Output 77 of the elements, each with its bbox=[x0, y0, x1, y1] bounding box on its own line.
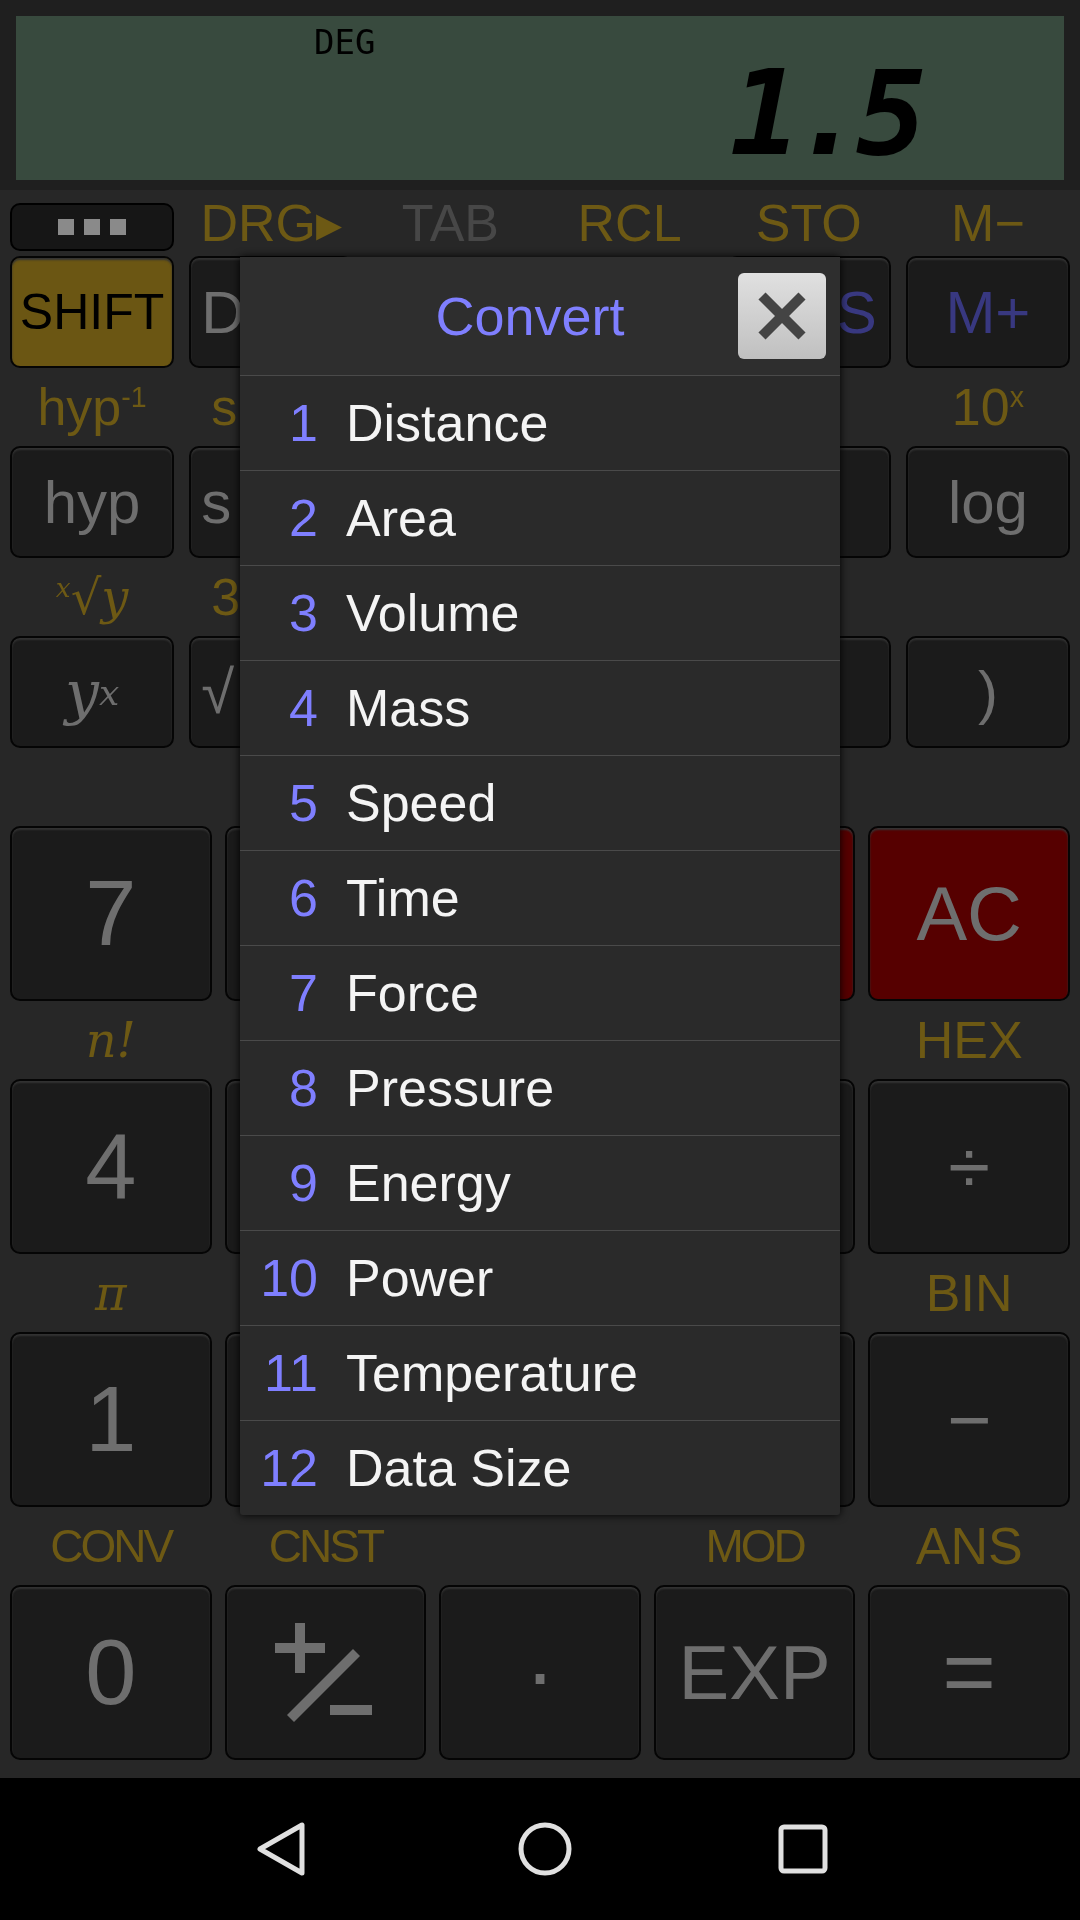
option-number: 11 bbox=[263, 1343, 318, 1403]
calculator-key[interactable]: log bbox=[905, 446, 1070, 558]
conversion-option[interactable]: 5 Speed bbox=[240, 755, 840, 850]
option-label: Power bbox=[346, 1248, 494, 1308]
conversion-option[interactable]: 12 Data Size bbox=[240, 1420, 840, 1515]
calculator-key[interactable]: · bbox=[439, 1585, 641, 1760]
conversion-option[interactable]: 10 Power bbox=[240, 1230, 840, 1325]
calculator-key[interactable]: 0 bbox=[10, 1585, 212, 1760]
conversion-option[interactable]: 3 Volume bbox=[240, 565, 840, 660]
option-label: Temperature bbox=[346, 1343, 638, 1403]
close-button[interactable] bbox=[738, 273, 826, 359]
option-number: 6 bbox=[288, 868, 318, 928]
shift-function-label: CNST bbox=[268, 1519, 382, 1573]
option-number: 1 bbox=[288, 393, 318, 453]
calculator-key[interactable]: 4 bbox=[10, 1079, 212, 1254]
calculator-key[interactable]: AC bbox=[868, 826, 1070, 1001]
shift-function-label: STO bbox=[755, 193, 862, 253]
calculator-key[interactable]: = bbox=[868, 1585, 1070, 1760]
option-label: Area bbox=[346, 488, 456, 548]
option-number: 9 bbox=[288, 1153, 318, 1213]
option-label: Pressure bbox=[346, 1058, 555, 1118]
option-label: Speed bbox=[346, 773, 497, 833]
calculator-key[interactable]: ) bbox=[905, 636, 1070, 748]
option-label: Distance bbox=[346, 393, 549, 453]
option-label: Force bbox=[346, 963, 479, 1023]
shift-function-label: hyp$^{-1}$ bbox=[37, 377, 147, 437]
option-number: 10 bbox=[259, 1248, 318, 1308]
calculator-key[interactable]: 7 bbox=[10, 826, 212, 1001]
calculator-key[interactable]: 1 bbox=[10, 1332, 212, 1507]
option-label: Volume bbox=[346, 583, 520, 643]
calculator-key[interactable] bbox=[224, 1585, 427, 1760]
shift-function-label: ANS bbox=[915, 1516, 1023, 1576]
calculator-key[interactable]: hyp bbox=[10, 446, 175, 558]
shift-function-label: RCL bbox=[577, 193, 682, 253]
shift-function-label: MOD bbox=[705, 1519, 804, 1573]
conversion-option[interactable]: 7 Force bbox=[240, 945, 840, 1040]
shift-function-label: $^{x}$√y bbox=[55, 569, 129, 625]
option-label: Energy bbox=[346, 1153, 511, 1213]
home-icon[interactable] bbox=[517, 1821, 573, 1877]
more-button[interactable] bbox=[10, 203, 175, 251]
option-number: 5 bbox=[288, 773, 318, 833]
option-number: 8 bbox=[288, 1058, 318, 1118]
display-value: 1.5 bbox=[729, 44, 919, 182]
option-number: 4 bbox=[288, 678, 318, 738]
conversion-option[interactable]: 4 Mass bbox=[240, 660, 840, 755]
shift-function-label: DRG▸ bbox=[200, 193, 342, 253]
close-icon bbox=[757, 291, 807, 341]
conversion-option[interactable]: 2 Area bbox=[240, 470, 840, 565]
shift-function-label: CONV bbox=[50, 1519, 172, 1573]
shift-function-label: n! bbox=[85, 1012, 136, 1068]
option-number: 2 bbox=[288, 488, 318, 548]
shift-function-label: s bbox=[210, 377, 238, 437]
angle-mode-indicator: DEG bbox=[314, 22, 376, 62]
calculator-key[interactable]: ÷ bbox=[868, 1079, 1070, 1254]
recents-icon[interactable] bbox=[777, 1824, 828, 1874]
shift-function-label: HEX bbox=[915, 1010, 1023, 1070]
calculator-key[interactable]: SHIFT bbox=[10, 256, 175, 368]
shift-function-label: M− bbox=[951, 193, 1025, 253]
option-number: 3 bbox=[288, 583, 318, 643]
option-number: 12 bbox=[259, 1438, 318, 1498]
shift-function-label: 10$^{x}$ bbox=[951, 377, 1024, 437]
dialog-title: Convert bbox=[435, 285, 625, 347]
conversion-option[interactable]: 9 Energy bbox=[240, 1135, 840, 1230]
option-label: Data Size bbox=[346, 1438, 572, 1498]
conversion-option[interactable]: 6 Time bbox=[240, 850, 840, 945]
option-label: Mass bbox=[346, 678, 471, 738]
shift-function-label: 3 bbox=[210, 567, 241, 627]
calculator-key[interactable]: y$^{x}$ bbox=[10, 636, 175, 748]
conversion-option[interactable]: 1 Distance bbox=[240, 375, 840, 470]
conversion-option[interactable]: 8 Pressure bbox=[240, 1040, 840, 1135]
option-number: 7 bbox=[288, 963, 318, 1023]
option-label: Time bbox=[346, 868, 460, 928]
conversion-option[interactable]: 11 Temperature bbox=[240, 1325, 840, 1420]
calculator-key[interactable]: EXP bbox=[653, 1585, 856, 1760]
calculator-key[interactable]: − bbox=[868, 1332, 1070, 1507]
shift-function-label: BIN bbox=[925, 1263, 1013, 1323]
shift-function-label: π bbox=[95, 1265, 127, 1321]
